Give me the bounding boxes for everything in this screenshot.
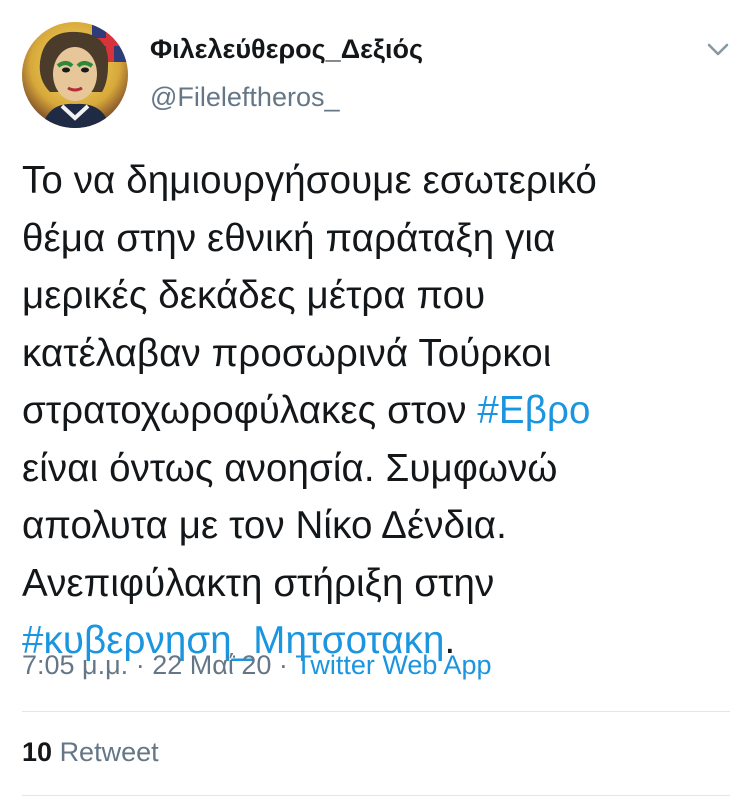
tweet-text-segment: Ανεπιφύλακτη στήριξη στην	[22, 561, 495, 605]
tweet-text-segment: κατέλαβαν προσωρινά Τούρκοι	[22, 331, 552, 375]
avatar[interactable]	[22, 22, 128, 128]
tweet-text-line: κατέλαβαν προσωρινά Τούρκοι	[22, 325, 737, 383]
tweet-text-line: είναι όντως ανοησία. Συμφωνώ	[22, 440, 737, 498]
tweet-text-segment: είναι όντως ανοησία. Συμφωνώ	[22, 446, 558, 490]
tweet-text-line: Ανεπιφύλακτη στήριξη στην	[22, 555, 737, 613]
tweet-text-line: μερικές δεκάδες μέτρα που	[22, 267, 737, 325]
retweet-stats[interactable]: 10 Retweet	[22, 737, 159, 768]
meta-separator: ·	[135, 650, 145, 680]
tweet-text-segment: θέμα στην εθνική παράταξη για	[22, 216, 556, 260]
hashtag-link-evros[interactable]: #Εβρο	[477, 389, 590, 432]
tweet-text-line: θέμα στην εθνική παράταξη για	[22, 210, 737, 268]
author-handle[interactable]: @Fileleftheros_	[150, 82, 340, 113]
tweet-text-line: Το να δημιουργήσουμε εσωτερικό	[22, 152, 737, 210]
tweet-text-segment: μερικές δεκάδες μέτρα που	[22, 274, 486, 317]
tweet-text: Το να δημιουργήσουμε εσωτερικό θέμα στην…	[22, 152, 737, 670]
tweet-card: Φιλελεύθερος_Δεξιός @Fileleftheros_ Το ν…	[0, 0, 752, 800]
tweet-source-link[interactable]: Twitter Web App	[295, 650, 491, 680]
divider	[22, 795, 730, 796]
author-display-name[interactable]: Φιλελεύθερος_Δεξιός	[150, 34, 423, 65]
retweet-label: Retweet	[59, 737, 159, 767]
tweet-text-segment: στρατοχωροφύλακες στον	[22, 389, 478, 432]
tweet-text-line: απολυτα με τον Νίκο Δένδια.	[22, 497, 737, 555]
tweet-text-segment: Το να δημιουργήσουμε εσωτερικό	[22, 159, 597, 202]
profile-portrait-avatar	[22, 22, 128, 128]
chevron-down-icon[interactable]	[700, 36, 736, 64]
tweet-meta: 7:05 μ.μ. · 22 Μαΐ 20 · Twitter Web App	[22, 650, 492, 681]
meta-separator: ·	[278, 650, 288, 680]
divider	[22, 711, 730, 712]
tweet-time[interactable]: 7:05 μ.μ.	[22, 650, 128, 680]
retweet-count: 10	[22, 737, 53, 767]
tweet-text-segment: απολυτα με τον Νίκο Δένδια.	[22, 504, 507, 547]
tweet-text-line: στρατοχωροφύλακες στον #Εβρο	[22, 382, 737, 440]
tweet-date[interactable]: 22 Μαΐ 20	[152, 650, 271, 680]
